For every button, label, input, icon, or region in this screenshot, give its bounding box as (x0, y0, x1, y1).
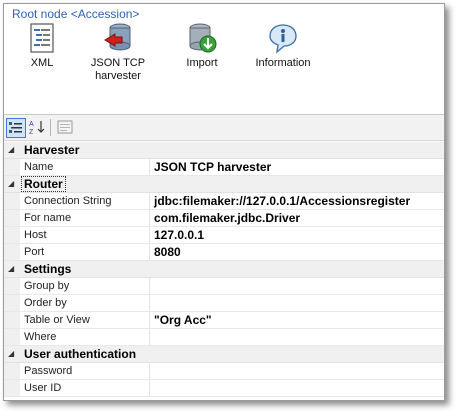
xml-label: XML (30, 57, 54, 69)
toolbar-panel: Root node <Accession> XML JSON TCP harve… (4, 4, 444, 114)
collapse-caret-icon[interactable]: ◢ (8, 349, 14, 358)
property-row[interactable]: Name JSON TCP harvester (4, 159, 444, 176)
collapse-caret-icon[interactable]: ◢ (8, 179, 14, 188)
information-button[interactable]: Information (252, 22, 314, 70)
property-name: User ID (24, 382, 62, 394)
import-button[interactable]: Import (176, 22, 228, 70)
xml-button[interactable]: XML (20, 22, 64, 70)
property-value[interactable]: "Org Acc" (154, 313, 212, 327)
property-name: For name (24, 212, 72, 224)
property-row[interactable]: Group by (4, 278, 444, 295)
property-name: Order by (24, 297, 67, 309)
collapse-caret-icon[interactable]: ◢ (8, 145, 14, 154)
property-value[interactable]: 8080 (154, 245, 181, 259)
json-tcp-harvester-label: JSON TCP harvester (90, 57, 146, 82)
property-row[interactable]: Where (4, 329, 444, 346)
category-label: User authentication (24, 347, 137, 361)
svg-text:Z: Z (29, 129, 34, 136)
svg-text:A: A (29, 121, 34, 128)
property-row[interactable]: Connection String jdbc:filemaker://127.0… (4, 193, 444, 210)
alphabetical-sort-icon: A Z (29, 121, 45, 136)
property-name: Port (24, 246, 45, 258)
property-name: Connection String (24, 195, 112, 207)
property-name: Group by (24, 280, 70, 292)
property-name: Name (24, 161, 54, 173)
category-label: Router (21, 176, 66, 192)
property-name: Table or View (24, 314, 90, 326)
categorized-view-icon (9, 122, 22, 133)
property-pages-icon (57, 120, 73, 134)
property-name: Where (24, 331, 57, 343)
xml-document-icon (26, 22, 58, 54)
property-row[interactable]: Order by (4, 295, 444, 312)
database-import-icon (186, 22, 218, 54)
category-label: Settings (24, 262, 72, 276)
json-tcp-harvester-button[interactable]: JSON TCP harvester (88, 22, 148, 83)
categorized-view-button[interactable] (6, 118, 26, 138)
property-name: Password (24, 365, 73, 377)
property-grid-toolbar: A Z (4, 115, 444, 141)
information-icon (267, 22, 299, 54)
category-router[interactable]: ◢ Router (4, 176, 444, 193)
property-value[interactable]: com.filemaker.jdbc.Driver (154, 211, 300, 225)
property-row[interactable]: For name com.filemaker.jdbc.Driver (4, 210, 444, 227)
category-harvester[interactable]: ◢ Harvester (4, 142, 444, 159)
property-row[interactable]: Password (4, 363, 444, 380)
property-name: Host (24, 229, 47, 241)
import-label: Import (186, 57, 218, 69)
property-value[interactable]: jdbc:filemaker://127.0.0.1/Accessionsreg… (154, 194, 410, 208)
window-frame: Root node <Accession> XML JSON TCP harve… (3, 3, 445, 401)
property-grid: ◢ Harvester Name JSON TCP harvester ◢ Ro… (4, 142, 444, 397)
category-label: Harvester (24, 143, 80, 157)
property-row[interactable]: Host 127.0.0.1 (4, 227, 444, 244)
property-value[interactable]: JSON TCP harvester (154, 160, 271, 174)
property-row[interactable]: Port 8080 (4, 244, 444, 261)
property-row[interactable]: Table or View "Org Acc" (4, 312, 444, 329)
toolbar-separator (50, 119, 51, 136)
property-value[interactable]: 127.0.0.1 (154, 228, 204, 242)
breadcrumb[interactable]: Root node <Accession> (12, 7, 139, 21)
category-settings[interactable]: ◢ Settings (4, 261, 444, 278)
alphabetical-sort-button[interactable]: A Z (28, 118, 46, 136)
category-user-authentication[interactable]: ◢ User authentication (4, 346, 444, 363)
collapse-caret-icon[interactable]: ◢ (8, 264, 14, 273)
information-label: Information (255, 57, 311, 69)
property-pages-button[interactable] (56, 118, 74, 136)
property-row[interactable]: User ID (4, 380, 444, 397)
harvester-icon (102, 22, 134, 54)
